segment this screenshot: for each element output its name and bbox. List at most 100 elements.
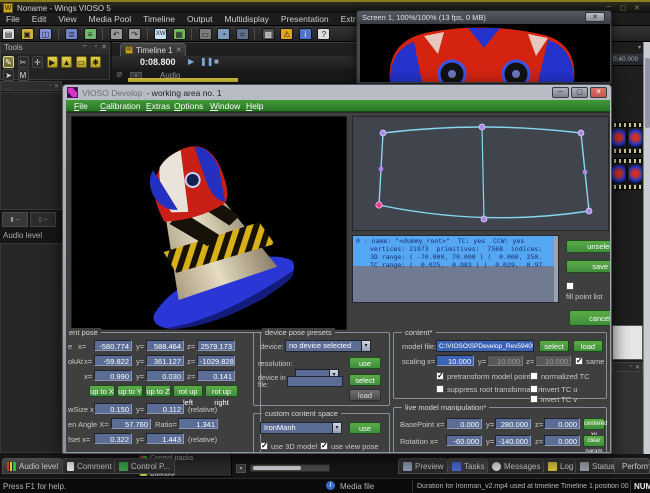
device-select-button[interactable]: select bbox=[349, 374, 381, 386]
same-row[interactable]: same bbox=[575, 356, 604, 366]
menu-presentation[interactable]: Presentation bbox=[275, 14, 335, 24]
wireframe-view[interactable] bbox=[352, 116, 609, 231]
save-icon[interactable]: ◫ bbox=[39, 28, 52, 40]
timeline-icon[interactable]: ≡ bbox=[84, 28, 97, 40]
image-icon[interactable]: ▦ bbox=[173, 28, 186, 40]
menu-file[interactable]: File bbox=[0, 14, 26, 24]
stop-icon[interactable]: ■ bbox=[214, 57, 219, 66]
tab-comment[interactable]: Comment bbox=[62, 458, 117, 474]
offset-y[interactable]: 1.443 bbox=[146, 433, 184, 444]
device-load-button[interactable]: load bbox=[349, 389, 381, 401]
clock-icon[interactable]: ◔ bbox=[217, 28, 230, 40]
dialog-menu-help[interactable]: Help bbox=[246, 101, 263, 111]
menu-multidisplay[interactable]: Multidisplay bbox=[219, 14, 275, 24]
device-select[interactable]: no device selected ▾ bbox=[285, 340, 371, 352]
use-3d-model-checkbox[interactable] bbox=[260, 442, 268, 450]
menu-media-pool[interactable]: Media Pool bbox=[83, 14, 138, 24]
cancel-button[interactable]: cancel bbox=[569, 310, 610, 326]
ratio-value[interactable]: 1.341 bbox=[178, 418, 218, 429]
chevron-down-icon[interactable]: ▾ bbox=[361, 341, 370, 351]
h-scrollbar-thumb[interactable] bbox=[253, 466, 301, 470]
up-to-x-button[interactable]: up to X bbox=[89, 385, 115, 397]
pause-icon[interactable]: ❚❚ bbox=[200, 57, 213, 66]
up-to-z-button[interactable]: up to Z bbox=[145, 385, 171, 397]
tab-messages[interactable]: Messages bbox=[487, 458, 545, 474]
display-icon[interactable]: ▭ bbox=[199, 28, 212, 40]
dialog-menu-options[interactable]: Options bbox=[174, 101, 203, 111]
invert-tc-u-row[interactable]: invert TC u bbox=[530, 384, 578, 394]
mesh-info-list[interactable]: 0 : name: "<dummy_root>" TC: yes CCW: ye… bbox=[352, 235, 559, 303]
centered-xy-button[interactable]: centered xy bbox=[583, 418, 605, 430]
film-strip-2[interactable] bbox=[608, 158, 644, 190]
offset-x[interactable]: 0.322 bbox=[94, 433, 132, 444]
clear-param-button[interactable]: clear param bbox=[583, 435, 605, 447]
screen-setup-icon[interactable]: ⌗ bbox=[236, 28, 249, 40]
tab-log[interactable]: Log bbox=[543, 458, 578, 474]
normalized-tc-checkbox[interactable] bbox=[530, 372, 538, 380]
chevron-down-icon[interactable]: ▾ bbox=[332, 423, 341, 433]
audio-clip-bar[interactable] bbox=[128, 78, 238, 82]
tab-tasks[interactable]: Tasks bbox=[447, 458, 489, 474]
left-mini-tab-2[interactable]: ▯ ─ bbox=[30, 212, 56, 227]
scrollbar-thumb[interactable] bbox=[645, 58, 650, 128]
rotation-x[interactable]: -60.000 bbox=[446, 435, 482, 446]
media-list-dropdown-icon[interactable]: ▾ bbox=[236, 464, 246, 473]
tab-audio-level[interactable]: Audio level bbox=[2, 458, 63, 474]
tools-close-icon[interactable]: ✕ bbox=[101, 43, 107, 51]
grid-icon[interactable]: ▩ bbox=[262, 28, 275, 40]
invert-tc-v-row[interactable]: invert TC v bbox=[530, 394, 577, 404]
cut-tool-icon[interactable]: ✂ bbox=[18, 56, 29, 68]
same-checkbox[interactable] bbox=[575, 357, 583, 365]
use-view-pose-checkbox[interactable] bbox=[320, 442, 328, 450]
tab-preview[interactable]: Preview bbox=[398, 458, 448, 474]
gear-tool-icon[interactable]: ✱ bbox=[90, 56, 101, 68]
edit-tool-icon[interactable]: ✎ bbox=[3, 56, 14, 68]
pose-lookat-x[interactable]: -59.822 bbox=[94, 355, 132, 366]
viewsize-x[interactable]: 0.150 bbox=[94, 403, 132, 414]
use-view-pose-row[interactable]: use view pose bbox=[320, 441, 379, 451]
dialog-menu-extras[interactable]: Extras bbox=[146, 101, 170, 111]
tools-pin-icon[interactable]: ▫ bbox=[95, 43, 97, 50]
scaling-y[interactable]: 10.000 bbox=[487, 355, 523, 366]
use-3d-model-row[interactable]: use 3D model bbox=[260, 441, 317, 451]
scaling-z[interactable]: 10.000 bbox=[535, 355, 571, 366]
mute-track-icon[interactable]: ⊘ bbox=[116, 70, 123, 79]
pretransform-checkbox[interactable] bbox=[436, 372, 444, 380]
cursor-tool-icon[interactable]: ➤ bbox=[3, 69, 14, 81]
open-angle-x[interactable]: 57.760 bbox=[111, 418, 151, 429]
model-3d-view[interactable] bbox=[71, 116, 347, 330]
fill-point-list-row[interactable]: fill point list bbox=[566, 281, 610, 301]
help-icon[interactable]: ? bbox=[317, 28, 330, 40]
content-select-button[interactable]: select bbox=[539, 340, 569, 352]
dialog-menu-window[interactable]: Window bbox=[210, 101, 240, 111]
rot-up-right-button[interactable]: rot up right bbox=[205, 385, 238, 397]
image-tool-icon[interactable]: ▲ bbox=[61, 56, 72, 68]
dialog-menu-calibration[interactable]: Calibration bbox=[100, 101, 141, 111]
dialog-close-icon[interactable]: ✕ bbox=[590, 87, 607, 98]
scaling-x[interactable]: 10.000 bbox=[436, 355, 474, 366]
maximize-window-icon[interactable]: ▢ bbox=[620, 4, 627, 12]
timeline-tab[interactable]: W Timeline 1 ✕ bbox=[120, 43, 186, 56]
tab-control-panel[interactable]: Control P... bbox=[114, 458, 175, 474]
basepoint-y[interactable]: 280.000 bbox=[495, 418, 531, 429]
info-icon[interactable]: i bbox=[299, 28, 312, 40]
horizontal-scrollbar[interactable] bbox=[250, 464, 330, 472]
panel-close-icon[interactable]: ✕ bbox=[54, 83, 59, 90]
mini-pin-icon[interactable]: ▫ bbox=[630, 364, 632, 370]
device-file-input[interactable] bbox=[287, 376, 343, 387]
basepoint-x[interactable]: 0.000 bbox=[446, 418, 482, 429]
rotation-z[interactable]: 0.000 bbox=[544, 435, 580, 446]
pose-eye-z[interactable]: 2579.173 bbox=[197, 340, 235, 351]
mesh-info-scrollbar[interactable] bbox=[554, 236, 558, 302]
pose-eye-x[interactable]: -580.774 bbox=[94, 340, 132, 351]
content-space-select[interactable]: IronManh ▾ bbox=[260, 422, 342, 434]
pan-tool-icon[interactable]: ✛ bbox=[32, 56, 43, 68]
mixer-tool-icon[interactable]: M bbox=[18, 69, 29, 81]
vertical-scrollbar[interactable] bbox=[643, 42, 650, 454]
dialog-minimize-icon[interactable]: ─ bbox=[552, 87, 569, 98]
invert-tc-v-checkbox[interactable] bbox=[530, 395, 538, 403]
redo-icon[interactable]: ↷ bbox=[128, 28, 141, 40]
undo-icon[interactable]: ↶ bbox=[110, 28, 123, 40]
panel-pin-icon[interactable]: ▫ bbox=[49, 83, 51, 89]
screen1-close-icon[interactable]: ✕ bbox=[585, 12, 605, 22]
